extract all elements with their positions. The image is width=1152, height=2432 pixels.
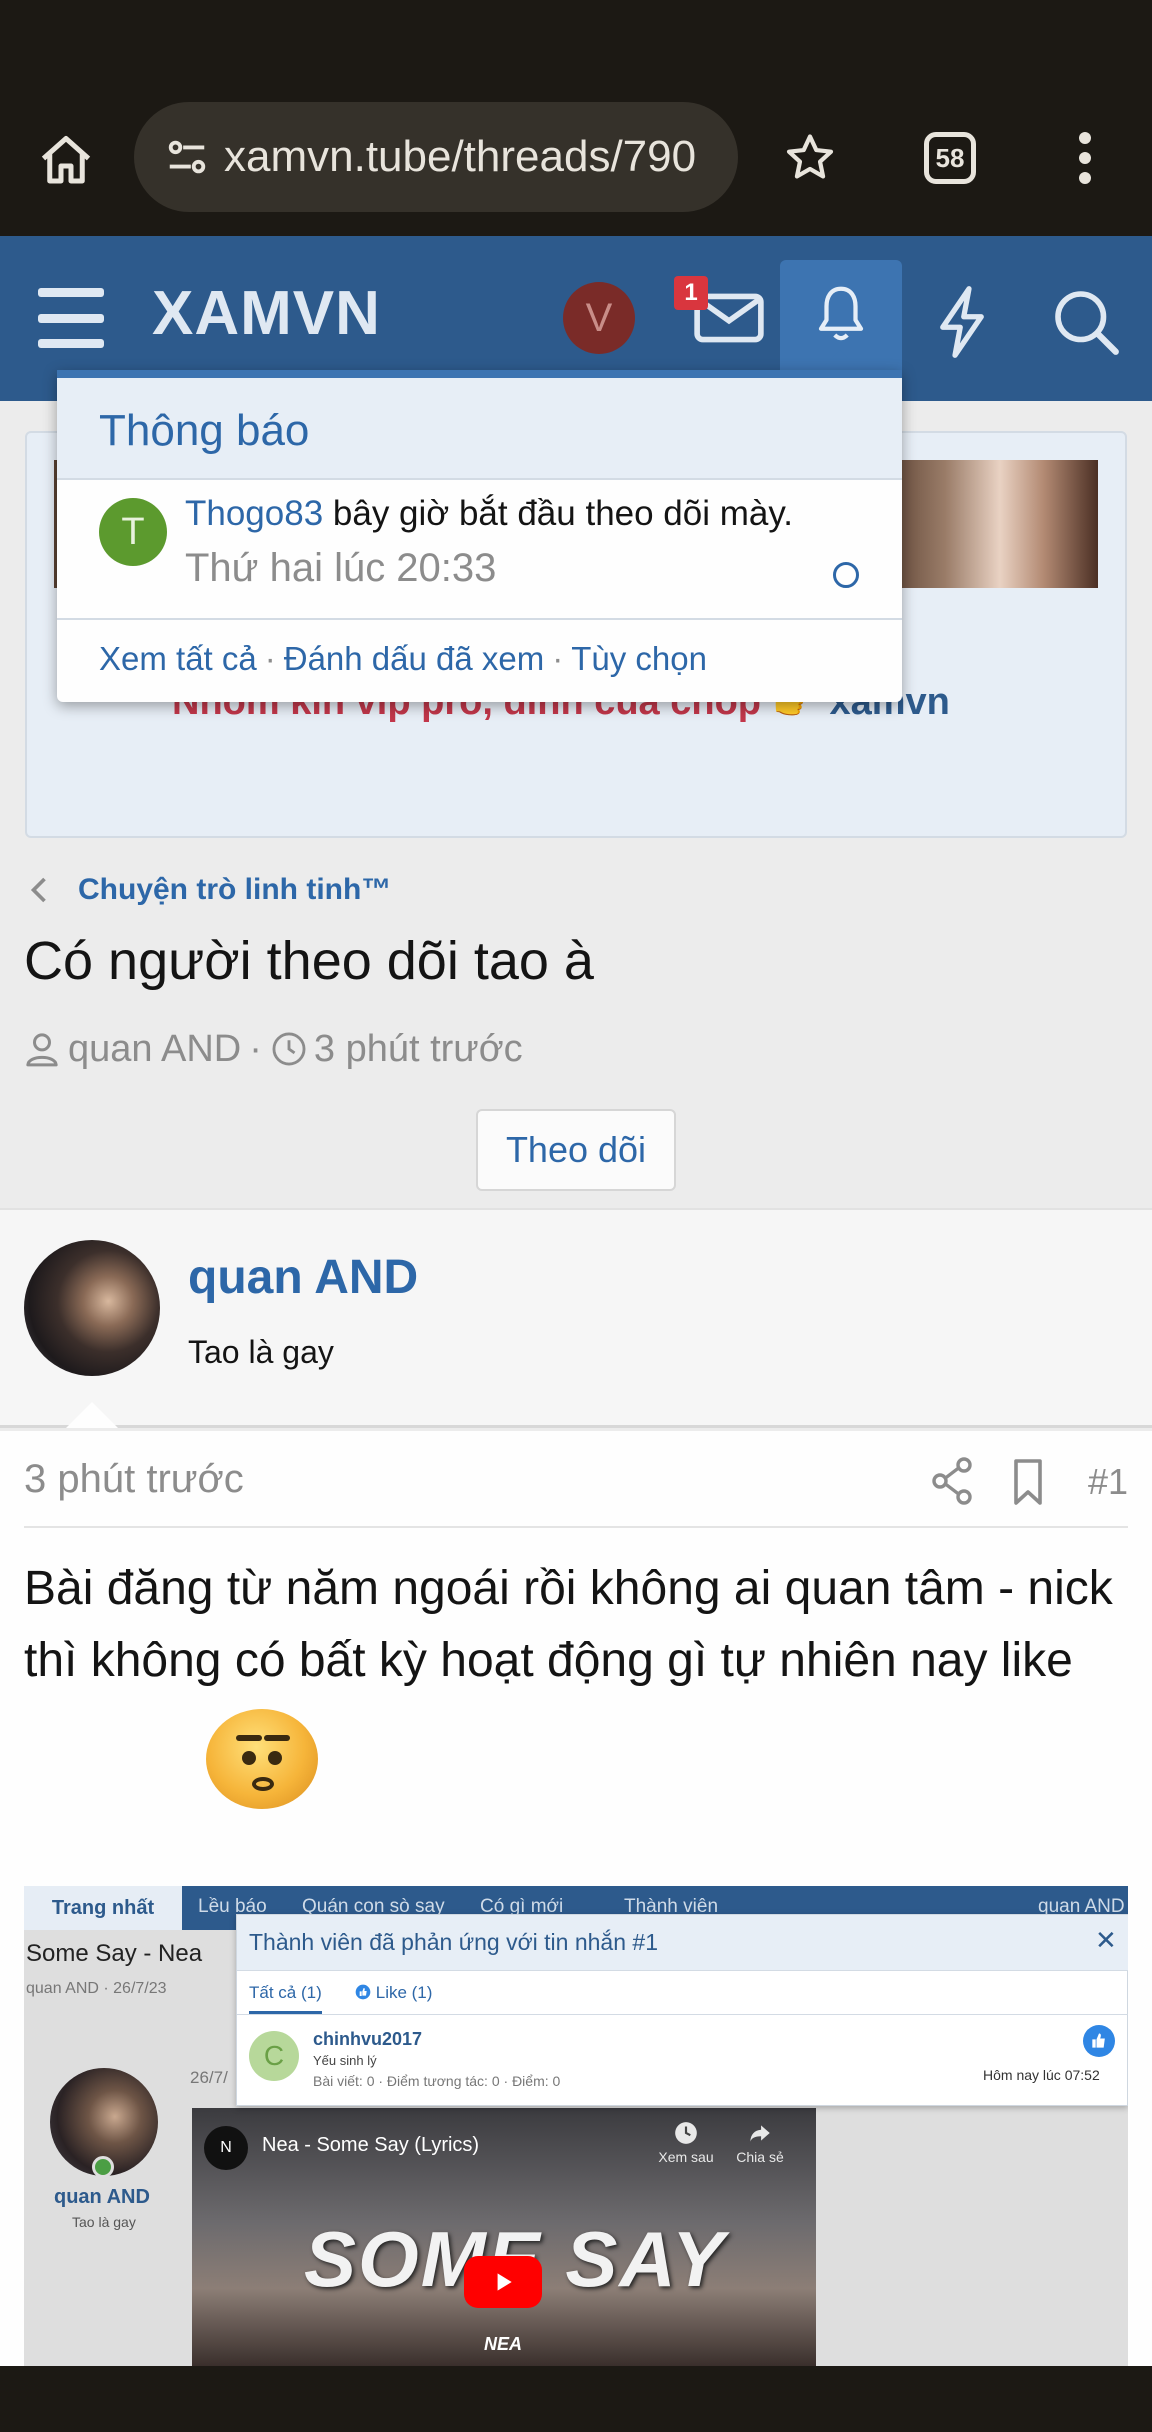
breadcrumb-forum-link[interactable]: Chuyện trò linh tinh™	[78, 873, 391, 907]
status-bar	[0, 0, 1152, 90]
embedded-reactions-dialog: Thành viên đã phản ứng với tin nhắn #1 ✕…	[236, 1914, 1128, 2106]
follow-thread-button[interactable]: Theo dõi	[476, 1109, 676, 1191]
online-indicator	[92, 2156, 114, 2178]
reaction-time: Hôm nay lúc 07:52	[983, 2067, 1100, 2083]
reactor-stats: Bài viết: 0 · Điểm tương tác: 0 · Điểm: …	[313, 2073, 561, 2089]
tab-count: 58	[924, 132, 976, 184]
confused-emoji-icon	[206, 1709, 318, 1809]
alerts-footer: Xem tất cả · Đánh dấu đã xem · Tùy chọn	[99, 640, 707, 678]
more-menu-icon[interactable]	[1050, 122, 1120, 194]
reactions-tab-like: Like (1)	[355, 1983, 432, 2003]
post-body: 3 phút trước #1 Bài đăng từ năm ngoái rồ…	[0, 1431, 1152, 2366]
video-title: Nea - Some Say (Lyrics)	[262, 2134, 480, 2156]
alerts-dropdown-header: Thông báo	[57, 378, 902, 480]
reactions-tab-all: Tất cả (1)	[249, 1983, 322, 2014]
video-cover-artist: NEA	[484, 2334, 523, 2354]
system-navigation-bar	[0, 2366, 1152, 2432]
bookmark-star-icon[interactable]	[774, 122, 846, 194]
mark-read-toggle[interactable]	[833, 562, 859, 588]
alert-item[interactable]: T Thogo83 bây giờ bắt đầu theo dõi mày. …	[57, 480, 902, 620]
post-user-block: quan AND Tao là gay	[0, 1208, 1152, 1428]
thread-title: Có người theo dõi tao à	[24, 931, 594, 991]
alert-text: Thogo83 bây giờ bắt đầu theo dõi mày.	[185, 494, 793, 534]
alert-user-avatar[interactable]: T	[99, 498, 167, 566]
embedded-video: N Nea - Some Say (Lyrics) Xem sau Chia s…	[192, 2108, 816, 2366]
youtube-play-icon	[464, 2256, 542, 2308]
footer-separator: ·	[264, 640, 276, 677]
search-icon[interactable]	[1044, 280, 1128, 364]
reactions-dialog-header: Thành viên đã phản ứng với tin nhắn #1 ✕	[237, 1915, 1128, 1971]
hamburger-menu-icon[interactable]	[38, 288, 104, 348]
post-pointer	[66, 1402, 118, 1428]
clock-icon	[272, 1032, 306, 1066]
footer-separator: ·	[552, 640, 564, 677]
watch-later-label: Xem sau	[654, 2120, 718, 2165]
alert-preferences-link[interactable]: Tùy chọn	[571, 640, 707, 678]
alerts-dropdown: Thông báo T Thogo83 bây giờ bắt đầu theo…	[57, 370, 902, 702]
post-time[interactable]: 3 phút trước	[24, 1457, 244, 1502]
view-all-alerts-link[interactable]: Xem tất cả	[99, 640, 257, 678]
url-text[interactable]: xamvn.tube/threads/790	[224, 102, 724, 212]
lightning-icon[interactable]	[920, 280, 1004, 364]
post-text: Bài đăng từ năm ngoái rồi không ai quan …	[24, 1562, 1113, 1687]
post-author-title: Tao là gay	[188, 1334, 334, 1370]
reactions-tabs: Tất cả (1) Like (1)	[237, 1971, 1128, 2015]
embedded-author-title: Tao là gay	[72, 2214, 136, 2230]
thread-meta: quan AND · 3 phút trước	[22, 1024, 523, 1074]
post-author-avatar[interactable]	[24, 1240, 160, 1376]
reactor-rank: Yếu sinh lý	[313, 2053, 377, 2068]
post-divider	[24, 1526, 1128, 1528]
watch-later-text: Xem sau	[658, 2149, 714, 2165]
bell-icon	[818, 286, 864, 341]
alerts-dropdown-pointer	[818, 350, 862, 372]
reactions-tab-like-label: Like (1)	[375, 1983, 433, 2002]
chevron-left-icon	[30, 877, 46, 903]
banner-image[interactable]	[880, 460, 1098, 588]
thread-time[interactable]: 3 phút trước	[314, 1028, 523, 1071]
alert-user-link[interactable]: Thogo83	[185, 494, 323, 533]
embedded-page-title: Some Say - Nea	[26, 1940, 203, 1967]
embedded-author-name: quan AND	[54, 2186, 150, 2208]
thumbs-up-icon	[1083, 2025, 1115, 2057]
reactor-name: chinhvu2017	[313, 2029, 423, 2049]
reactions-dialog-title: Thành viên đã phản ứng với tin nhắn #1	[249, 1929, 658, 1955]
inbox-badge: 1	[674, 276, 708, 310]
clock-icon	[675, 2122, 697, 2144]
video-share-text: Chia sẻ	[736, 2149, 784, 2165]
user-avatar[interactable]: V	[563, 282, 635, 354]
browser-toolbar: xamvn.tube/threads/790 58	[0, 90, 1152, 236]
thread-author[interactable]: quan AND	[68, 1028, 241, 1071]
like-icon	[355, 1984, 371, 2000]
site-logo[interactable]: XAMVN	[152, 278, 381, 349]
close-icon: ✕	[1095, 1925, 1117, 1955]
alert-message: bây giờ bắt đầu theo dõi mày.	[323, 494, 793, 533]
reactor-avatar: C	[249, 2031, 299, 2081]
post-author-name[interactable]: quan AND	[188, 1250, 418, 1305]
post-number[interactable]: #1	[1088, 1461, 1128, 1503]
tab-switcher-button[interactable]: 58	[912, 122, 988, 194]
alert-time: Thứ hai lúc 20:33	[185, 546, 497, 590]
bookmark-icon[interactable]	[1004, 1451, 1052, 1511]
embedded-screenshot[interactable]: Trang nhất Lều báo Quán con sò say Có gì…	[24, 1886, 1128, 2366]
alerts-title[interactable]: Thông báo	[99, 406, 309, 456]
embedded-post-date: 26/7/	[190, 2068, 228, 2087]
home-icon[interactable]	[30, 125, 102, 197]
share-arrow-icon	[750, 2125, 770, 2142]
user-icon	[26, 1033, 58, 1067]
breadcrumb[interactable]: Chuyện trò linh tinh™	[28, 868, 391, 912]
embedded-nav-home: Trang nhất	[24, 1886, 182, 1930]
site-settings-icon[interactable]	[154, 124, 220, 190]
mark-all-read-link[interactable]: Đánh dấu đã xem	[284, 640, 545, 678]
video-share-label: Chia sẻ	[728, 2120, 792, 2165]
video-channel-logo: N	[204, 2126, 248, 2170]
address-bar[interactable]: xamvn.tube/threads/790	[134, 102, 738, 212]
embedded-page-meta: quan AND · 26/7/23	[26, 1980, 167, 1997]
meta-separator: ·	[249, 1027, 262, 1070]
share-icon[interactable]	[928, 1451, 976, 1511]
